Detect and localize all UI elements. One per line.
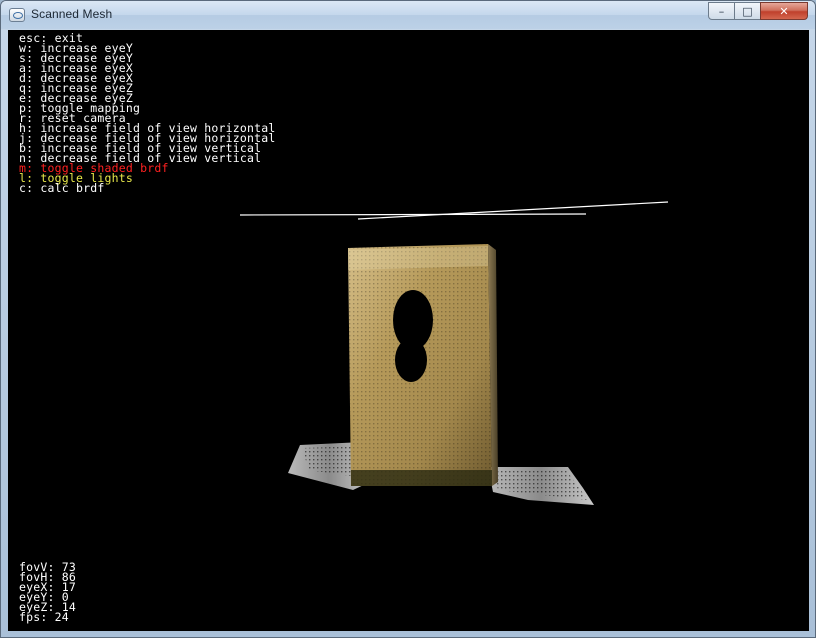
title-bar[interactable]: Scanned Mesh – □ ✕ <box>1 1 815 29</box>
minimize-button[interactable]: – <box>708 2 735 20</box>
maximize-icon: □ <box>742 4 753 18</box>
mesh-panel <box>348 244 498 486</box>
panel-hole-lower <box>395 338 427 382</box>
minimize-icon: – <box>718 4 725 18</box>
close-button[interactable]: ✕ <box>760 2 808 20</box>
help-line: c: calc brdf <box>19 181 105 195</box>
scan-line-2 <box>357 201 669 220</box>
close-icon: ✕ <box>779 4 789 18</box>
status-overlay: fovV: 73 fovH: 86 eyeX: 17 eyeY: 0 eyeZ: 14 f… <box>19 561 76 624</box>
app-window: Scanned Mesh – □ ✕ esc: exit w: increase… <box>0 0 816 638</box>
maximize-button[interactable]: □ <box>734 2 761 20</box>
status-line: fps: 24 <box>19 610 69 624</box>
scan-line-1 <box>239 213 587 216</box>
window-title: Scanned Mesh <box>31 7 113 21</box>
app-icon <box>9 8 25 22</box>
render-viewport[interactable]: esc: exit w: increase eyeY s: decrease eye… <box>8 30 809 631</box>
help-overlay: esc: exit w: increase eyeY s: decrease eye… <box>19 32 275 195</box>
